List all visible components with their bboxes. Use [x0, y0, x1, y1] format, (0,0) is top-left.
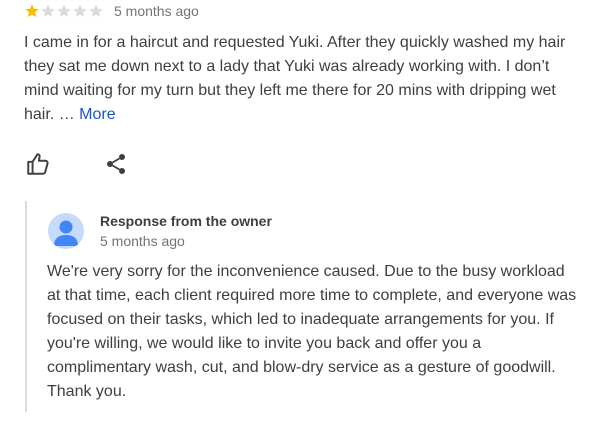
thumbs-up-icon — [27, 153, 49, 175]
more-link[interactable]: More — [79, 106, 115, 123]
person-avatar-icon — [48, 213, 84, 249]
share-icon — [107, 154, 125, 174]
star-filled-icon — [25, 4, 39, 17]
owner-response-timestamp: 5 months ago — [100, 233, 185, 249]
review-text: I came in for a haircut and requested Yu… — [24, 31, 584, 127]
owner-response-text: We're very sorry for the inconvenience c… — [47, 263, 577, 400]
star-empty-icon — [41, 4, 55, 17]
star-empty-icon — [73, 4, 87, 17]
star-empty-icon — [57, 4, 71, 17]
review-actions — [24, 150, 130, 178]
star-rating — [24, 3, 104, 19]
review-header: 5 months ago — [24, 2, 199, 20]
review-timestamp: 5 months ago — [114, 3, 199, 19]
share-button[interactable] — [102, 150, 130, 178]
owner-response-title: Response from the owner — [100, 213, 272, 229]
owner-response: Response from the owner 5 months ago We'… — [25, 201, 587, 412]
star-empty-icon — [89, 4, 103, 17]
like-button[interactable] — [24, 150, 52, 178]
